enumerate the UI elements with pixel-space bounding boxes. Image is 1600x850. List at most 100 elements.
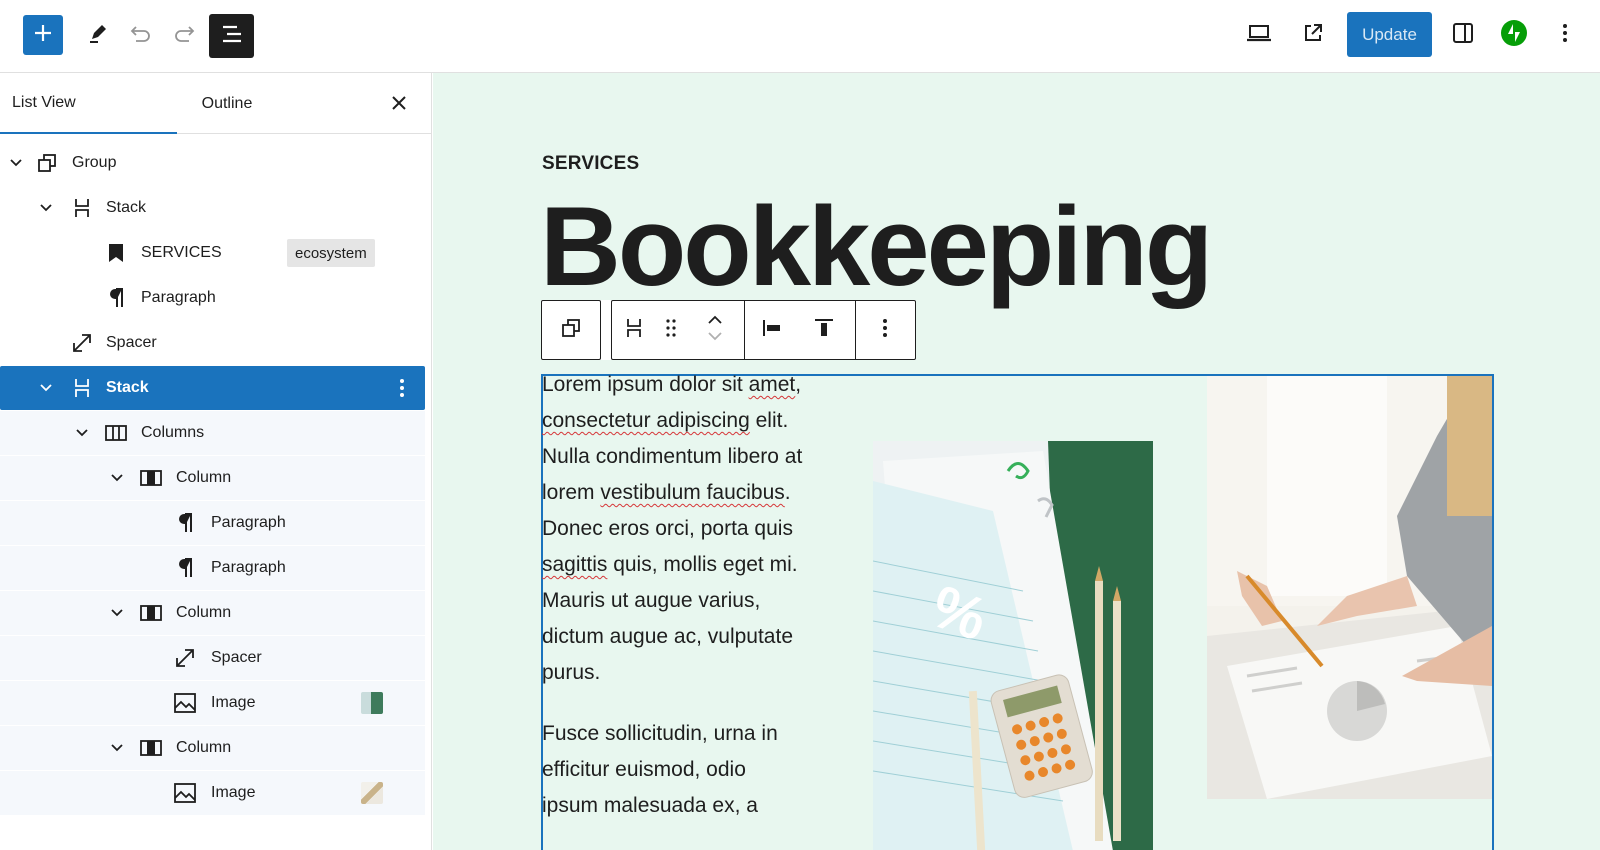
page-title[interactable]: Bookkeeping xyxy=(540,191,1213,303)
settings-button[interactable] xyxy=(1443,15,1483,55)
tree-row-label: Column xyxy=(176,604,232,621)
tree-row-label: Group xyxy=(72,154,117,171)
chevron-down-icon[interactable] xyxy=(108,469,126,487)
tab-outline[interactable]: Outline xyxy=(177,73,277,134)
tree-row-stack[interactable]: Stack xyxy=(0,186,425,230)
paperwork-photo: % xyxy=(873,441,1153,850)
undo-icon xyxy=(128,23,152,48)
chevron-down-icon[interactable] xyxy=(108,604,126,622)
chevron-down-icon[interactable] xyxy=(37,199,55,217)
options-button[interactable] xyxy=(1545,15,1585,55)
tree-row-spacer[interactable]: Spacer xyxy=(0,636,425,680)
move-up-icon[interactable] xyxy=(707,312,723,330)
image-block-paperwork[interactable]: % xyxy=(873,441,1153,850)
spacer-icon xyxy=(69,330,95,356)
chevron-down-icon[interactable] xyxy=(73,424,91,442)
bookmark-icon xyxy=(103,240,129,266)
list-view-sidebar: List View Outline Group Stack SERVICES e… xyxy=(0,73,432,850)
tree-row-services[interactable]: SERVICES ecosystem xyxy=(0,231,425,275)
block-options-button[interactable] xyxy=(392,375,412,401)
tree-row-stack-selected[interactable]: Stack xyxy=(0,366,425,410)
spacer-icon xyxy=(172,645,198,671)
undo-button[interactable] xyxy=(120,15,160,55)
spelling-error: amet xyxy=(748,373,796,396)
text-run: ipsum malesuada ex, a xyxy=(542,794,758,817)
text-run: Fusce sollicitudin, urna in xyxy=(542,722,778,745)
tree-row-label: Image xyxy=(211,784,256,801)
tree-row-image[interactable]: Image xyxy=(0,771,425,815)
close-icon xyxy=(391,95,407,116)
more-vertical-icon xyxy=(882,318,888,343)
spelling-error: consectetur adipiscing xyxy=(542,409,750,432)
column-icon xyxy=(138,600,164,626)
external-link-icon xyxy=(1302,22,1324,49)
tab-list-view[interactable]: List View xyxy=(0,73,177,134)
tools-button[interactable] xyxy=(78,15,118,55)
redo-button[interactable] xyxy=(165,15,205,55)
tree-row-column[interactable]: Column xyxy=(0,591,425,635)
image-thumbnail xyxy=(361,692,383,714)
tree-row-paragraph[interactable]: Paragraph xyxy=(0,501,425,545)
view-page-button[interactable] xyxy=(1293,15,1333,55)
justify-button[interactable] xyxy=(745,301,799,359)
drag-handle[interactable] xyxy=(656,301,686,359)
justify-left-icon xyxy=(761,318,783,343)
tree-row-label: Stack xyxy=(106,379,149,396)
pencil-icon xyxy=(87,22,109,49)
close-sidebar-button[interactable] xyxy=(385,91,413,119)
tree-row-column[interactable]: Column xyxy=(0,456,425,500)
group-icon xyxy=(560,317,582,344)
tree-row-spacer[interactable]: Spacer xyxy=(0,321,425,365)
block-options-button[interactable] xyxy=(856,301,914,359)
column-icon xyxy=(138,465,164,491)
update-button[interactable]: Update xyxy=(1347,12,1432,57)
preview-button[interactable] xyxy=(1238,15,1280,55)
image-block-hands[interactable] xyxy=(1207,376,1492,799)
paragraph-block[interactable]: Fusce sollicitudin, urna in efficitur eu… xyxy=(542,716,832,824)
spelling-error: sagittis xyxy=(542,553,608,576)
tree-row-column[interactable]: Column xyxy=(0,726,425,770)
paragraph-block[interactable]: Lorem ipsum dolor sit amet, consectetur … xyxy=(542,367,832,691)
mover-buttons xyxy=(686,301,744,359)
block-inserter-button[interactable] xyxy=(23,15,63,55)
tree-row-label: Columns xyxy=(141,424,205,441)
list-view-button[interactable] xyxy=(209,14,254,58)
tree-row-paragraph[interactable]: Paragraph xyxy=(0,546,425,590)
tree-row-image[interactable]: Image xyxy=(0,681,425,725)
block-type-button[interactable] xyxy=(612,301,656,359)
chevron-down-icon[interactable] xyxy=(37,379,55,397)
jetpack-icon xyxy=(1501,19,1527,51)
text-run: . xyxy=(784,481,791,504)
sidebar-icon xyxy=(1452,22,1474,49)
move-down-icon[interactable] xyxy=(707,330,723,348)
tree-row-columns[interactable]: Columns xyxy=(0,411,425,455)
eyebrow-heading[interactable]: SERVICES xyxy=(542,153,639,175)
select-parent-button[interactable] xyxy=(541,300,601,360)
tree-row-label: Spacer xyxy=(211,649,262,666)
column-icon xyxy=(138,735,164,761)
tree-row-group[interactable]: Group xyxy=(0,141,425,185)
hands-document-photo xyxy=(1207,376,1492,799)
editor-header: Update xyxy=(0,0,1600,73)
group-icon xyxy=(34,150,60,176)
tree-row-label: Paragraph xyxy=(211,559,286,576)
tree-row-paragraph[interactable]: Paragraph xyxy=(0,276,425,320)
chevron-down-icon[interactable] xyxy=(7,154,25,172)
more-vertical-icon xyxy=(1562,23,1568,48)
text-run: , xyxy=(795,373,802,396)
jetpack-button[interactable] xyxy=(1494,15,1534,55)
image-thumbnail xyxy=(361,782,383,804)
text-run: purus. xyxy=(542,661,601,684)
tree-row-label: Column xyxy=(176,469,232,486)
chevron-down-icon[interactable] xyxy=(108,739,126,757)
plus-icon xyxy=(32,22,54,49)
text-run: quis, mollis eget mi. xyxy=(607,553,798,576)
laptop-icon xyxy=(1245,23,1273,48)
tree-row-label: Paragraph xyxy=(211,514,286,531)
text-run: efficitur euismod, odio xyxy=(542,758,746,781)
text-run: Mauris ut augue varius, xyxy=(542,589,761,612)
sidebar-tabs: List View Outline xyxy=(0,73,431,134)
tree-row-label: Paragraph xyxy=(141,289,216,306)
vertical-align-button[interactable] xyxy=(799,301,849,359)
pattern-badge: ecosystem xyxy=(287,239,375,267)
